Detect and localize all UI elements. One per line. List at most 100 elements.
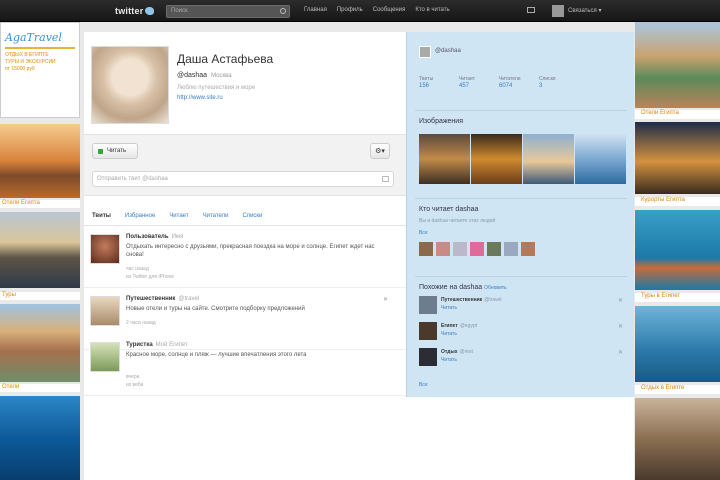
account-menu[interactable]: Связаться ▾ (568, 7, 601, 14)
tweet-avatar[interactable] (90, 296, 120, 326)
photo-resort (0, 304, 80, 382)
photo-mosque (0, 212, 80, 288)
tab-favorites[interactable]: Избранное (125, 208, 155, 225)
rec-name[interactable]: Египет @egypt (441, 323, 477, 329)
tweet-item[interactable]: Туристка Мой Египет Красное море, солнце … (84, 336, 406, 396)
tweet-text: Отдыхать интересно с друзьями, прекрасна… (126, 244, 375, 258)
recommendation-item: Путешественник @travel Читать ✕ (419, 296, 625, 316)
recommendation-item: Отдых @rest Читать ✕ (419, 348, 625, 368)
media-thumb[interactable] (471, 134, 522, 184)
photo-label-2: Туры (0, 292, 80, 300)
tweet-timestamp[interactable]: вчера (126, 374, 139, 380)
messages-icon[interactable] (527, 7, 535, 13)
tab-lists[interactable]: Списки (243, 208, 263, 225)
follower-avatar[interactable] (504, 242, 518, 256)
followers-subtitle: Вы и dashaa читаете этих людей (419, 218, 496, 224)
tweet-avatar[interactable] (90, 342, 120, 372)
close-icon[interactable]: ✕ (618, 349, 623, 356)
rec-follow-link[interactable]: Читать (441, 357, 457, 363)
stat-followers[interactable]: Читатели 6074 (499, 76, 529, 89)
profile-url[interactable]: http://www.site.ru (177, 95, 223, 101)
promo-line-3: от 15000 руб (5, 66, 35, 72)
photo-night-resort (635, 122, 720, 194)
tweet-timestamp[interactable]: час назад (126, 266, 149, 272)
tweet-author[interactable]: Пользователь Имя (126, 234, 183, 240)
divider (415, 198, 627, 199)
promo-line-1: ОТДЫХ В ЕГИПТЕ (5, 52, 49, 58)
left-background-column: AgaTravel ОТДЫХ В ЕГИПТЕ ТУРЫ И ЭКСКУРСИ… (0, 22, 80, 480)
photo-dolphin (635, 306, 720, 382)
followers-title: Кто читает dashaa (419, 206, 479, 213)
profile-actions: Читать ⚙▾ Отправить твит @dashaa (84, 134, 406, 196)
photo-label: Отдых в Египте (635, 385, 720, 394)
tab-followers[interactable]: Читатели (203, 208, 229, 225)
follower-avatar[interactable] (470, 242, 484, 256)
follower-avatar[interactable] (453, 242, 467, 256)
follower-avatar[interactable] (521, 242, 535, 256)
stat-following[interactable]: Читает 457 (459, 76, 489, 89)
stat-lists[interactable]: Списки 3 (539, 76, 569, 89)
profile-tabs: Твиты Избранное Читает Читатели Списки (84, 208, 406, 226)
rec-follow-link[interactable]: Читать (441, 305, 457, 311)
search-input[interactable]: Поиск (166, 5, 290, 18)
photo-label-1: Отели Египта (0, 200, 80, 208)
camera-icon[interactable] (382, 176, 389, 182)
tweet-avatar[interactable] (90, 234, 120, 264)
close-icon[interactable]: ✕ (383, 296, 388, 303)
profile-photo[interactable] (91, 46, 169, 124)
media-thumb[interactable] (523, 134, 574, 184)
promo-divider (5, 47, 75, 49)
rec-follow-link[interactable]: Читать (441, 331, 457, 337)
top-bar: twitter Поиск Главная Профиль Сообщения … (0, 0, 720, 22)
recommendation-item: Египет @egypt Читать ✕ (419, 322, 625, 342)
right-background-column: Отели Египта Курорты Египта Туры в Египе… (635, 22, 720, 480)
follower-avatar[interactable] (487, 242, 501, 256)
profile-panel: Даша Астафьева @dashaa Москва Люблю путеш… (84, 32, 406, 480)
tab-tweets[interactable]: Твиты (92, 208, 111, 225)
tweet-to-user-input[interactable]: Отправить твит @dashaa (92, 171, 394, 187)
photo-label: Курорты Египта (635, 197, 720, 206)
dashboard-handle[interactable]: @dashaa (435, 48, 461, 54)
photo-snorkel (635, 210, 720, 290)
close-icon[interactable]: ✕ (618, 323, 623, 330)
divider (415, 110, 627, 111)
recommendations-all-link[interactable]: Все (419, 382, 428, 388)
media-thumb[interactable] (419, 134, 470, 184)
rec-avatar[interactable] (419, 348, 437, 366)
follower-avatar[interactable] (419, 242, 433, 256)
nav-messages[interactable]: Сообщения (373, 7, 406, 13)
photo-resort-pool (635, 22, 720, 108)
nav-home[interactable]: Главная (304, 7, 327, 13)
tweet-item[interactable]: Пользователь Имя Отдыхать интересно с дру… (84, 228, 406, 288)
follow-button[interactable]: Читать (92, 143, 138, 159)
tweet-author[interactable]: Туристка Мой Египет (126, 342, 188, 348)
dashboard-avatar[interactable] (419, 46, 431, 58)
tweet-author[interactable]: Путешественник @travel (126, 296, 199, 302)
dashboard-bottom (406, 397, 634, 480)
twitter-logo[interactable]: twitter (115, 6, 155, 16)
promo-line-2: ТУРЫ И ЭКСКУРСИИ (5, 59, 56, 65)
refresh-link[interactable]: Обновить (484, 285, 507, 291)
stat-tweets[interactable]: Твиты 156 (419, 76, 449, 89)
user-actions-button[interactable]: ⚙▾ (370, 143, 390, 159)
rec-avatar[interactable] (419, 322, 437, 340)
account-avatar[interactable] (552, 5, 564, 17)
nav-who-to-follow[interactable]: Кто в читать (415, 7, 449, 13)
rec-avatar[interactable] (419, 296, 437, 314)
tweet-source: 2 часа назад (126, 320, 156, 326)
follower-avatar[interactable] (436, 242, 450, 256)
rec-name[interactable]: Путешественник @travel (441, 297, 502, 303)
tweet-source: из веба (126, 382, 144, 388)
followers-all-link[interactable]: Все (419, 230, 428, 236)
close-icon[interactable]: ✕ (618, 297, 623, 304)
photo-label-3: Отели (0, 384, 80, 392)
profile-dashboard: @dashaa Твиты 156 Читает 457 Читатели 6074 … (406, 32, 634, 397)
media-thumb[interactable] (575, 134, 626, 184)
promo-logo: AgaTravel (5, 31, 62, 44)
tab-following[interactable]: Читает (169, 208, 188, 225)
rec-name[interactable]: Отдых @rest (441, 349, 473, 355)
nav-profile[interactable]: Профиль (337, 7, 363, 13)
tweet-text: Новые отели и туры на сайте. Смотрите по… (126, 306, 305, 312)
profile-bio: Люблю путешествия и море (177, 85, 256, 91)
profile-name: Даша Астафьева (177, 52, 274, 66)
